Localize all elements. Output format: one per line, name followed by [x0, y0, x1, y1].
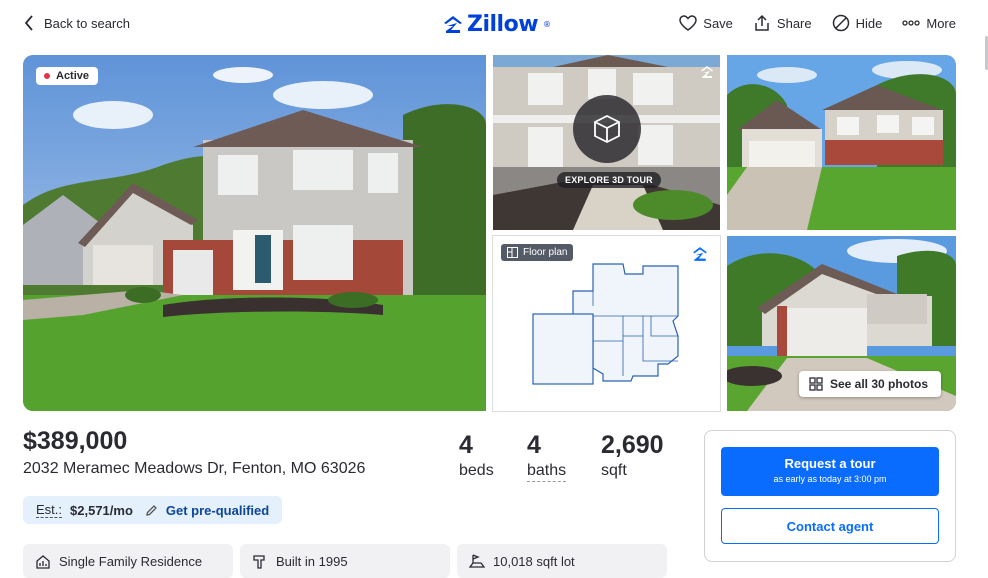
share-button[interactable]: Share — [753, 14, 812, 32]
back-to-search-link[interactable]: Back to search — [24, 14, 130, 32]
see-all-photos-button[interactable]: See all 30 photos — [798, 371, 941, 397]
3d-tour-photo[interactable]: EXPLORE 3D TOUR — [493, 55, 720, 230]
3d-tour-button[interactable] — [573, 95, 641, 163]
cube-icon — [594, 114, 620, 144]
contact-agent-button[interactable]: Contact agent — [721, 508, 939, 544]
zillow-logo[interactable]: Zillow ® — [443, 12, 551, 37]
contact-card: Request a tour as early as today at 3:00… — [704, 430, 956, 562]
request-tour-button[interactable]: Request a tour as early as today at 3:00… — [721, 447, 939, 496]
beds-value: 4 — [459, 431, 473, 459]
lot-icon — [469, 554, 485, 568]
logo-mark: ® — [543, 20, 551, 29]
more-button[interactable]: More — [902, 14, 956, 32]
baths-label[interactable]: baths — [527, 462, 567, 482]
request-tour-sublabel: as early as today at 3:00 pm — [773, 474, 887, 484]
floor-plan-icon — [507, 247, 518, 258]
house-chart-icon — [36, 555, 50, 569]
share-label: Share — [776, 15, 812, 31]
fact-year-built-label: Built in 1995 — [276, 553, 348, 569]
grid-icon — [809, 377, 823, 391]
more-label: More — [926, 15, 956, 31]
baths-stat[interactable]: 4 baths — [527, 430, 567, 482]
hammer-icon — [253, 555, 265, 569]
hide-button[interactable]: Hide — [832, 14, 883, 32]
zillow-mark-icon — [693, 247, 707, 261]
status-badge: Active — [36, 67, 99, 85]
heart-icon — [679, 15, 698, 31]
sqft-value: 2,690 — [601, 431, 664, 459]
listing-price: $389,000 — [23, 427, 128, 455]
hide-icon — [832, 14, 849, 32]
chevron-left-icon — [24, 15, 33, 31]
floor-plan-label-text: Floor plan — [523, 247, 568, 258]
fact-lot-size: 10,018 sqft lot — [457, 544, 667, 578]
main-house-photo[interactable]: Active — [23, 55, 486, 411]
front-yard-photo[interactable] — [727, 55, 956, 230]
status-label: Active — [56, 70, 90, 82]
top-bar: Back to search Zillow ® Save Share Hide M… — [0, 0, 988, 70]
fact-lot-size-label: 10,018 sqft lot — [493, 553, 575, 569]
zillow-z-icon — [444, 15, 462, 33]
baths-value: 4 — [527, 431, 541, 459]
back-label: Back to search — [44, 15, 130, 31]
see-all-label: See all 30 photos — [829, 377, 928, 391]
photo-gallery: Active EXPLORE 3D TOUR Floor plan See al… — [23, 55, 956, 412]
status-dot — [44, 73, 50, 79]
fact-home-type-label: Single Family Residence — [59, 553, 203, 569]
save-label: Save — [703, 15, 733, 31]
more-icon — [902, 20, 921, 26]
payment-estimate: Est.: $2,571/mo Get pre-qualified — [23, 496, 283, 524]
share-icon — [755, 14, 769, 31]
sqft-label: sqft — [601, 462, 627, 479]
beds-label: beds — [459, 462, 494, 479]
floor-plan-label: Floor plan — [501, 244, 574, 261]
save-button[interactable]: Save — [679, 14, 733, 32]
zillow-mark-icon — [701, 66, 713, 78]
3d-tour-label[interactable]: EXPLORE 3D TOUR — [557, 172, 661, 188]
floor-plan-image[interactable]: Floor plan — [492, 235, 721, 412]
estimate-amount: $2,571/mo — [70, 502, 133, 518]
hide-label: Hide — [855, 15, 883, 31]
estimate-label[interactable]: Est.: — [36, 502, 63, 518]
fact-year-built: Built in 1995 — [240, 544, 450, 578]
pencil-icon[interactable] — [145, 504, 158, 517]
fact-home-type: Single Family Residence — [23, 544, 233, 578]
get-prequalified-link[interactable]: Get pre-qualified — [166, 503, 269, 518]
sqft-stat: 2,690 sqft — [601, 430, 664, 482]
request-tour-label: Request a tour — [784, 456, 876, 471]
garage-side-photo[interactable]: See all 30 photos — [727, 236, 956, 411]
beds-stat: 4 beds — [459, 430, 494, 482]
logo-text: Zillow — [467, 12, 539, 37]
listing-address: 2032 Meramec Meadows Dr, Fenton, MO 6302… — [23, 460, 366, 477]
